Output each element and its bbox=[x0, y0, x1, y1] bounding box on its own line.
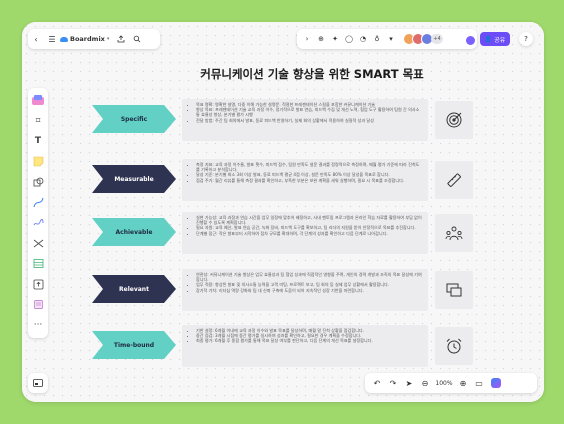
chevron-shape[interactable]: Measurable bbox=[92, 165, 176, 193]
undo-icon[interactable]: ↶ bbox=[369, 373, 385, 393]
description-card[interactable]: 실현 가능성: 교육 과정과 연습 시간을 업무 일정에 맞추어 배정하고, 사… bbox=[182, 212, 428, 254]
brand[interactable]: Boardmix ▾ bbox=[60, 35, 109, 43]
chevron-shape[interactable]: Specific bbox=[92, 105, 176, 133]
bottom-toolbar: ↶ ↷ ➤ ⊖ 100% ⊕ ▭ bbox=[365, 373, 537, 393]
chevron-label: Time-bound bbox=[113, 341, 155, 349]
chevron-right-icon[interactable]: › bbox=[300, 29, 314, 49]
minimap-button[interactable] bbox=[28, 373, 48, 393]
ai-sparkle-icon[interactable]: ✦ bbox=[328, 29, 342, 49]
book-icon[interactable]: ▭ bbox=[471, 373, 487, 393]
minimap-icon bbox=[33, 379, 43, 387]
description-bullet: 전달 방법: 주간 팀 회의에서 발표, 동료 피드백 반영하기, 실제 회의 … bbox=[196, 118, 422, 123]
smart-row: Achievable 실현 가능성: 교육 과정과 연습 시간을 업무 일정에 맞… bbox=[22, 212, 544, 254]
smart-row: Relevant 연관성: 커뮤니케이션 기술 향상은 업무 효율성과 팀 협업 … bbox=[22, 269, 544, 311]
description-card[interactable]: 측정 지표: 교육 과정 이수율, 발표 횟수, 피드백 점수, 팀원 만족도 … bbox=[182, 159, 428, 201]
select-cursor-icon[interactable]: ➤ bbox=[401, 373, 417, 393]
zoom-in-icon[interactable]: ⊕ bbox=[455, 373, 471, 393]
help-button[interactable]: ? bbox=[519, 32, 533, 46]
share-button[interactable]: 👤 공유 bbox=[480, 32, 510, 46]
share-label: 공유 bbox=[494, 36, 506, 44]
ai-assistant-icon[interactable] bbox=[491, 378, 501, 388]
description-bullet: 점검 주기: 월간 리뷰를 통해 측정 결과를 확인하고, 부족한 부분은 보완… bbox=[196, 178, 422, 183]
target-icon[interactable] bbox=[435, 101, 473, 139]
zoom-out-icon[interactable]: ⊖ bbox=[417, 373, 433, 393]
top-left-toolbar: ‹ ☰ Boardmix ▾ bbox=[28, 29, 160, 49]
description-bullet: 장기적 가치: 리더십 역량 강화와 팀 내 신뢰 구축에 도움이 되어 지속적… bbox=[196, 288, 422, 293]
description-bullet: 달성 기준: 분기별 최소 3회 이상 발표, 동료 피드백 평균 4점 이상,… bbox=[196, 172, 422, 177]
collaborator-avatars[interactable]: +4 bbox=[403, 33, 443, 45]
smart-row: Measurable 측정 지표: 교육 과정 이수율, 발표 횟수, 피드백 점… bbox=[22, 159, 544, 201]
brand-name: Boardmix bbox=[70, 35, 105, 43]
board-title[interactable]: 커뮤니케이션 기술 향상을 위한 SMART 목표 bbox=[182, 66, 442, 82]
description-bullet: 최종 평가: 6개월 후 종합 평가를 통해 목표 달성 여부를 판단하고, 다… bbox=[196, 338, 422, 343]
more-icon[interactable]: ▾ bbox=[384, 29, 398, 49]
chevron-shape[interactable]: Relevant bbox=[92, 275, 176, 303]
app-window: ‹ ☰ Boardmix ▾ › ⊕ ✦ ◯ ◔ ♁ ▾ +4 👤 공유 ? ⌗… bbox=[22, 22, 544, 402]
description-bullet: 측정 지표: 교육 과정 이수율, 발표 횟수, 피드백 점수, 팀원 만족도 … bbox=[196, 162, 422, 172]
back-icon[interactable]: ‹ bbox=[28, 29, 44, 49]
user-avatar-icon[interactable] bbox=[466, 36, 475, 45]
redo-icon[interactable]: ↷ bbox=[385, 373, 401, 393]
description-bullet: 필요 자원: 교육 예산, 발표 연습 공간, 녹화 장비, 피드백 도구를 확… bbox=[196, 225, 422, 230]
export-icon[interactable] bbox=[113, 29, 129, 49]
smart-row: Time-bound 기한 설정: 6개월 이내에 교육 과정 이수와 발표 목표… bbox=[22, 325, 544, 367]
zoom-level[interactable]: 100% bbox=[433, 380, 455, 387]
vote-icon[interactable]: ♁ bbox=[370, 29, 384, 49]
cloud-icon bbox=[60, 36, 68, 42]
chevron-label: Specific bbox=[120, 115, 148, 123]
search-icon[interactable] bbox=[129, 29, 145, 49]
team-icon[interactable] bbox=[435, 214, 473, 252]
chevron-label: Achievable bbox=[115, 228, 153, 236]
description-bullet: 실현 가능성: 교육 과정과 연습 시간을 업무 일정에 맞추어 배정하고, 사… bbox=[196, 215, 422, 225]
chevron-down-icon: ▾ bbox=[106, 36, 110, 42]
smart-row: Specific 목표 명확: 명확한 설명, 다중 이해 가능한 설명문. 적절… bbox=[22, 99, 544, 141]
description-bullet: 향상 목표: 프레젠테이션 기술 교육 과정 이수, 정기적으로 발표 연습, … bbox=[196, 107, 422, 117]
chevron-shape[interactable]: Time-bound bbox=[92, 331, 176, 359]
ruler-icon[interactable] bbox=[435, 161, 473, 199]
description-bullet: 연관성: 커뮤니케이션 기술 향상은 업무 효율성과 팀 협업 성과에 직접적인… bbox=[196, 272, 422, 282]
presentation-icon[interactable] bbox=[435, 271, 473, 309]
chevron-label: Relevant bbox=[119, 285, 149, 293]
alarm-clock-icon[interactable] bbox=[435, 327, 473, 365]
description-card[interactable]: 연관성: 커뮤니케이션 기술 향상은 업무 효율성과 팀 협업 성과에 직접적인… bbox=[182, 269, 428, 311]
description-card[interactable]: 기한 설정: 6개월 이내에 교육 과정 이수와 발표 목표를 달성하며, 매월… bbox=[182, 325, 428, 367]
timer-icon[interactable]: ◔ bbox=[356, 29, 370, 49]
comment-icon[interactable]: ◯ bbox=[342, 29, 356, 49]
top-right-toolbar: › ⊕ ✦ ◯ ◔ ♁ ▾ +4 bbox=[297, 29, 477, 49]
description-bullet: 업무 적용: 향상된 발표 및 의사소통 능력을 고객 미팅, 프로젝트 보고,… bbox=[196, 282, 422, 287]
person-plus-icon: 👤 bbox=[484, 35, 493, 43]
description-bullet: 단계별 접근: 작은 발표부터 시작하여 점차 규모를 확대하며, 각 단계의 … bbox=[196, 231, 422, 236]
add-icon[interactable]: ⊕ bbox=[314, 29, 328, 49]
avatar-overflow-count: +4 bbox=[431, 34, 443, 44]
chevron-label: Measurable bbox=[114, 175, 154, 183]
description-card[interactable]: 목표 명확: 명확한 설명, 다중 이해 가능한 설명문. 적절한 프레젠테이션… bbox=[182, 99, 428, 141]
chevron-shape[interactable]: Achievable bbox=[92, 218, 176, 246]
menu-icon[interactable]: ☰ bbox=[44, 29, 60, 49]
